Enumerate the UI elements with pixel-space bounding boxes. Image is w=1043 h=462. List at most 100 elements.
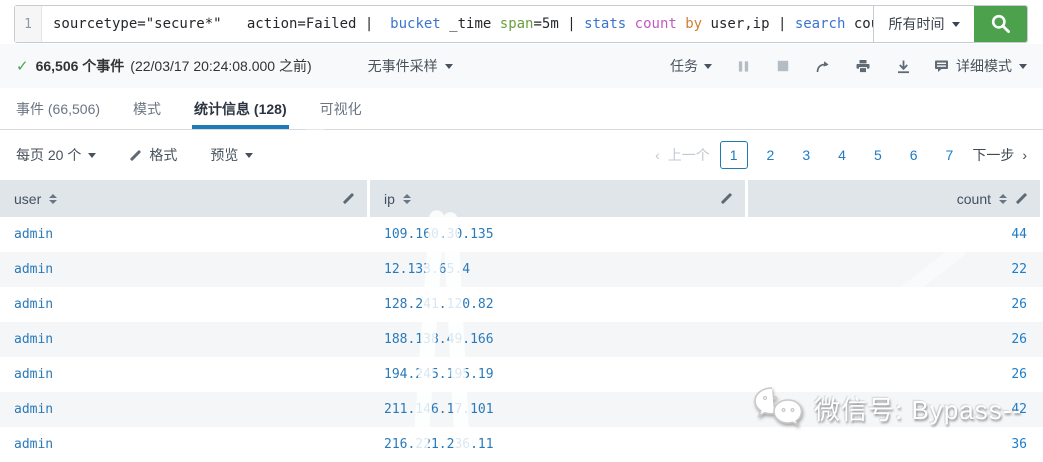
search-mode-dropdown[interactable]: 详细模式	[934, 56, 1027, 76]
column-label: user	[14, 190, 42, 207]
cell-ip[interactable]: 12.133.65.4	[370, 262, 748, 277]
search-query[interactable]: sourcetype="secure*" action=Failed | buc…	[42, 6, 873, 42]
cell-ip[interactable]: 188.138.49.166	[370, 332, 748, 347]
tab-statistics[interactable]: 统计信息 (128)	[192, 88, 289, 129]
column-header-count[interactable]: count	[748, 180, 1040, 217]
search-bar: 1 sourcetype="secure*" action=Failed | b…	[14, 5, 1028, 43]
cell-count[interactable]: 26	[748, 367, 1043, 382]
per-page-dropdown[interactable]: 每页 20 个	[16, 145, 97, 165]
cell-user[interactable]: admin	[0, 437, 370, 452]
format-button[interactable]: 格式	[129, 145, 177, 165]
query-token: =5m |	[533, 16, 585, 32]
time-range-picker[interactable]: 所有时间	[873, 6, 974, 42]
table-row: admin 128.241.120.82 26	[0, 287, 1043, 322]
verbose-mode-icon	[935, 60, 948, 72]
stop-button[interactable]	[774, 57, 792, 75]
cell-count[interactable]: 26	[748, 332, 1043, 347]
cell-ip[interactable]: 211.146.17.101	[370, 402, 748, 417]
table-row: admin 211.146.17.101 42	[0, 392, 1043, 427]
event-sampling-dropdown[interactable]: 无事件采样	[368, 56, 453, 76]
job-menu-label: 任务	[670, 58, 698, 74]
job-done-check-icon: ✓	[16, 58, 29, 75]
cell-user[interactable]: admin	[0, 402, 370, 417]
cell-user[interactable]: admin	[0, 297, 370, 312]
preview-label: 预览	[210, 147, 239, 163]
pagination-page-7[interactable]: 7	[937, 142, 963, 168]
column-label: count	[956, 190, 991, 207]
query-token: sourcetype="secure*" action=Failed |	[53, 16, 382, 32]
sort-icon	[49, 193, 58, 204]
pagination-page-3[interactable]: 3	[793, 142, 819, 168]
chevron-down-icon	[704, 63, 712, 69]
query-token: count	[634, 16, 677, 32]
pagination-page-4[interactable]: 4	[829, 142, 855, 168]
job-menu[interactable]: 任务	[670, 56, 712, 76]
pagination-page-2[interactable]: 2	[758, 142, 784, 168]
query-token: span	[499, 16, 534, 32]
cell-ip[interactable]: 216.221.236.11	[370, 437, 748, 452]
cell-ip[interactable]: 194.245.195.19	[370, 367, 748, 382]
cell-user[interactable]: admin	[0, 227, 370, 242]
cell-count[interactable]: 44	[748, 227, 1043, 242]
pause-button[interactable]	[734, 57, 752, 75]
table-header: user ip count	[0, 180, 1043, 217]
cell-count[interactable]: 42	[748, 402, 1043, 417]
search-mode-label: 详细模式	[956, 58, 1012, 74]
query-token	[677, 16, 685, 32]
sort-icon	[402, 193, 411, 204]
table-row: admin 194.245.195.19 26	[0, 357, 1043, 392]
share-button[interactable]	[814, 57, 832, 75]
chevron-down-icon	[1019, 63, 1027, 69]
tab-visualization[interactable]: 可视化	[318, 88, 364, 129]
share-icon	[816, 60, 829, 72]
search-button[interactable]	[974, 6, 1027, 42]
pagination-prev: ‹ 上一个	[655, 145, 710, 165]
pencil-icon[interactable]	[342, 192, 355, 205]
pagination-page-5[interactable]: 5	[865, 142, 891, 168]
cell-ip[interactable]: 109.160.30.135	[370, 227, 748, 242]
format-label: 格式	[149, 147, 178, 163]
pagination-page-1[interactable]: 1	[719, 141, 748, 169]
pencil-icon	[130, 149, 142, 161]
search-icon	[991, 14, 1010, 33]
cell-ip[interactable]: 128.241.120.82	[370, 297, 748, 312]
download-icon	[897, 60, 909, 73]
prev-label: 上一个	[667, 147, 710, 163]
chevron-down-icon	[951, 21, 960, 27]
pencil-icon[interactable]	[720, 192, 733, 205]
print-icon	[856, 59, 870, 73]
table-controls: 每页 20 个 格式 预览 ‹ 上一个 1234567 下一步 ›	[0, 131, 1043, 179]
print-button[interactable]	[854, 57, 872, 75]
cell-count[interactable]: 22	[748, 262, 1043, 277]
chevron-down-icon	[245, 152, 254, 158]
pencil-icon[interactable]	[1015, 192, 1028, 205]
stop-icon	[777, 60, 789, 72]
statistics-table: user ip count admin 109.160.30.135 44 admin…	[0, 180, 1043, 462]
cell-user[interactable]: admin	[0, 262, 370, 277]
column-header-ip[interactable]: ip	[370, 180, 748, 217]
query-token: bucket	[381, 16, 441, 32]
pagination-next[interactable]: 下一步 ›	[972, 145, 1027, 165]
pagination-page-6[interactable]: 6	[901, 142, 927, 168]
column-header-user[interactable]: user	[0, 180, 370, 217]
table-body: admin 109.160.30.135 44 admin 12.133.65.4 22 a…	[0, 217, 1043, 462]
query-token: search	[794, 16, 846, 32]
cell-user[interactable]: admin	[0, 367, 370, 382]
cell-count[interactable]: 36	[748, 437, 1043, 452]
event-sampling-label: 无事件采样	[367, 58, 438, 74]
tab-events[interactable]: 事件 (66,506)	[14, 88, 102, 129]
cell-count[interactable]: 26	[748, 297, 1043, 312]
next-arrow-icon: ›	[1022, 147, 1027, 163]
chevron-down-icon	[444, 63, 453, 69]
cell-user[interactable]: admin	[0, 332, 370, 347]
per-page-label: 每页 20 个	[16, 147, 82, 163]
pagination: ‹ 上一个 1234567 下一步 ›	[655, 141, 1027, 169]
tab-label: 事件 (66,506)	[16, 100, 101, 117]
preview-dropdown[interactable]: 预览	[210, 145, 254, 165]
export-button[interactable]	[894, 57, 912, 75]
results-tabs: 事件 (66,506) 模式 统计信息 (128) 可视化	[0, 88, 1043, 130]
tab-patterns[interactable]: 模式	[131, 88, 163, 129]
prev-arrow-icon: ‹	[655, 147, 660, 163]
table-row: admin 12.133.65.4 22	[0, 252, 1043, 287]
query-token: by	[685, 16, 703, 32]
